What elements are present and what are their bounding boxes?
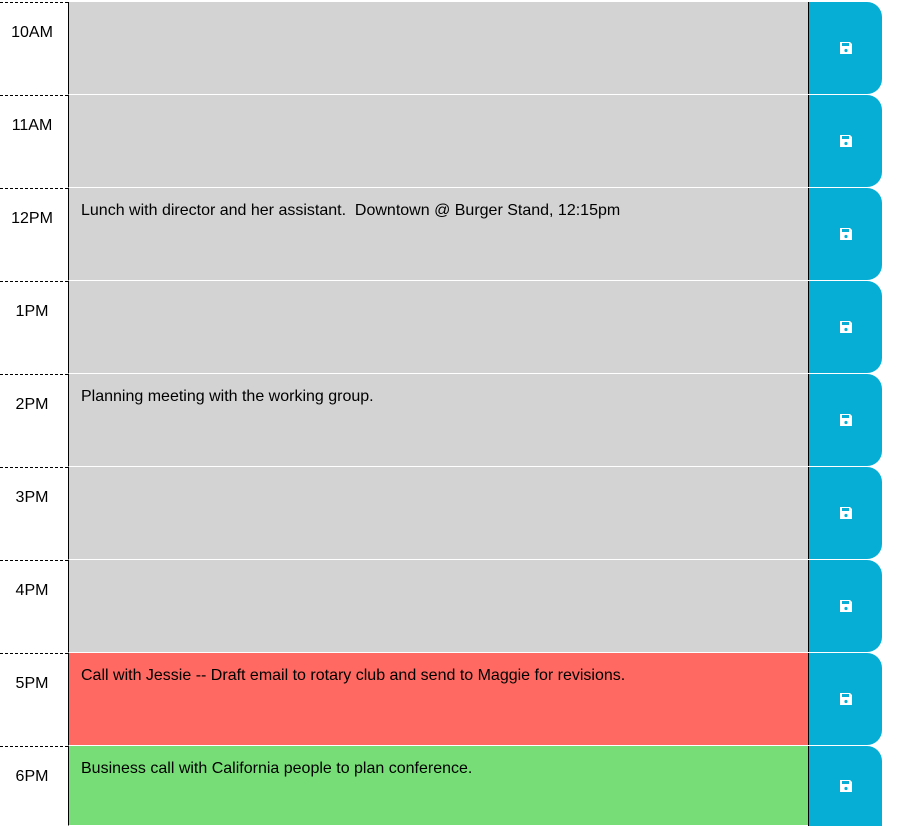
event-textarea[interactable] bbox=[68, 560, 808, 653]
time-block-6pm: 6PM Business call with California people… bbox=[0, 746, 882, 826]
hour-label: 1PM bbox=[0, 281, 68, 374]
time-block-1pm: 1PM bbox=[0, 281, 882, 374]
hour-label: 5PM bbox=[0, 653, 68, 746]
floppy-disk-icon bbox=[839, 507, 852, 519]
hour-label: 12PM bbox=[0, 188, 68, 281]
save-button[interactable] bbox=[808, 2, 882, 94]
hour-label: 6PM bbox=[0, 746, 68, 826]
hour-label: 3PM bbox=[0, 467, 68, 560]
event-textarea[interactable]: Business call with California people to … bbox=[68, 746, 808, 826]
floppy-disk-icon bbox=[839, 42, 852, 54]
time-block-4pm: 4PM bbox=[0, 560, 882, 653]
event-textarea[interactable]: Lunch with director and her assistant. D… bbox=[68, 188, 808, 281]
floppy-disk-icon bbox=[839, 321, 852, 333]
save-button[interactable] bbox=[808, 467, 882, 559]
time-block-2pm: 2PM Planning meeting with the working gr… bbox=[0, 374, 882, 467]
save-button[interactable] bbox=[808, 653, 882, 745]
floppy-disk-icon bbox=[839, 693, 852, 705]
time-block-5pm: 5PM Call with Jessie -- Draft email to r… bbox=[0, 653, 882, 746]
floppy-disk-icon bbox=[839, 414, 852, 426]
save-button[interactable] bbox=[808, 374, 882, 466]
save-button[interactable] bbox=[808, 746, 882, 826]
save-button[interactable] bbox=[808, 560, 882, 652]
event-textarea[interactable] bbox=[68, 281, 808, 374]
event-textarea[interactable] bbox=[68, 2, 808, 95]
save-button[interactable] bbox=[808, 188, 882, 280]
time-block-10am: 10AM bbox=[0, 2, 882, 95]
floppy-disk-icon bbox=[839, 135, 852, 147]
event-textarea[interactable] bbox=[68, 467, 808, 560]
floppy-disk-icon bbox=[839, 228, 852, 240]
day-scheduler: 10AM 11AM 12PM Lunch with director and h… bbox=[0, 0, 908, 826]
save-button[interactable] bbox=[808, 95, 882, 187]
hour-label: 2PM bbox=[0, 374, 68, 467]
time-block-12pm: 12PM Lunch with director and her assista… bbox=[0, 188, 882, 281]
floppy-disk-icon bbox=[839, 600, 852, 612]
floppy-disk-icon bbox=[839, 780, 852, 792]
hour-label: 4PM bbox=[0, 560, 68, 653]
hour-label: 11AM bbox=[0, 95, 68, 188]
save-button[interactable] bbox=[808, 281, 882, 373]
event-textarea[interactable]: Call with Jessie -- Draft email to rotar… bbox=[68, 653, 808, 746]
time-block-3pm: 3PM bbox=[0, 467, 882, 560]
hour-label: 10AM bbox=[0, 2, 68, 95]
time-block-11am: 11AM bbox=[0, 95, 882, 188]
event-textarea[interactable]: Planning meeting with the working group. bbox=[68, 374, 808, 467]
event-textarea[interactable] bbox=[68, 95, 808, 188]
